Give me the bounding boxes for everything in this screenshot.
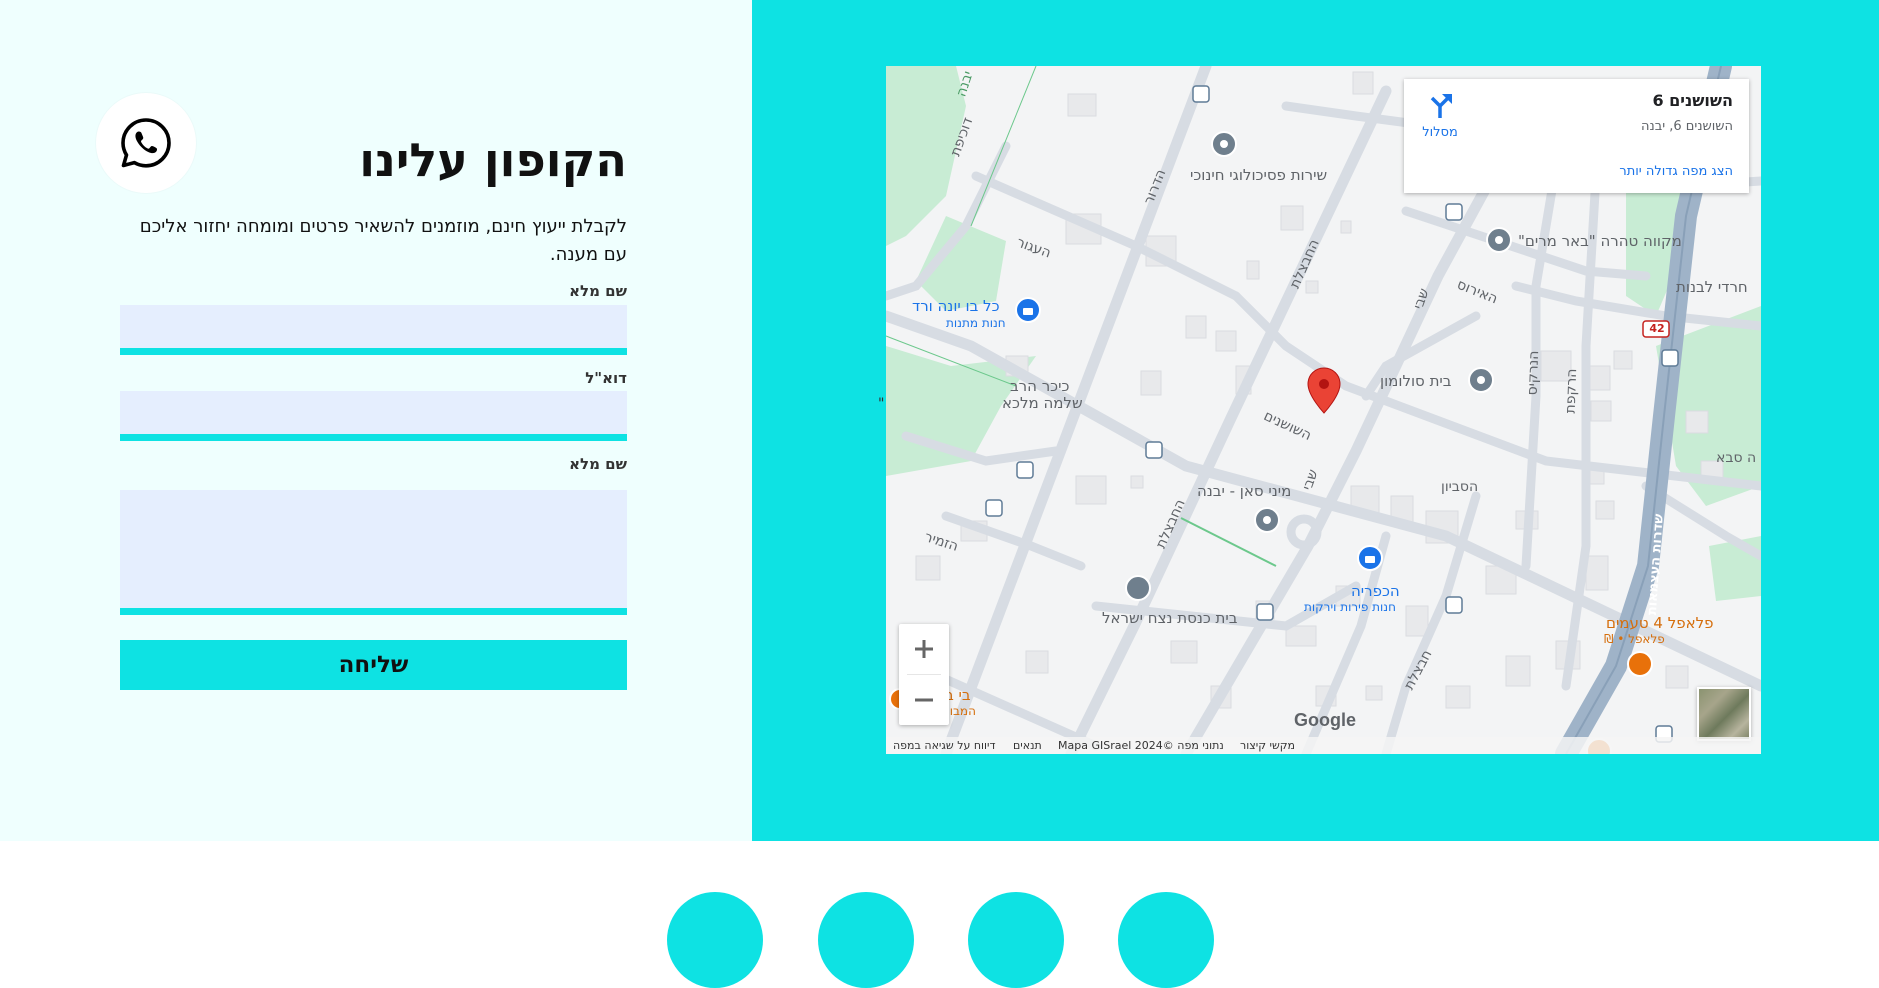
message-textarea[interactable] (120, 490, 627, 615)
view-larger-map-link[interactable]: הצג מפה גדולה יותר (1619, 164, 1733, 179)
place-name: השושנים 6 (1652, 91, 1733, 110)
report-error-link[interactable]: דיווח על שגיאה במפה (893, 739, 996, 752)
place-address: השושנים 6, יבנה (1641, 119, 1733, 134)
poi-sublabel: חנות פירות וירקות (1304, 600, 1396, 614)
directions-button[interactable]: מסלול (1418, 91, 1462, 140)
page-footer (0, 841, 1879, 988)
directions-label: מסלול (1422, 125, 1458, 140)
poi-label: חרדי לבנות (1676, 278, 1748, 296)
poi-label: שלמה מלכא (1002, 394, 1083, 412)
directions-icon (1430, 94, 1452, 118)
street-label: הנרקיס (1524, 350, 1543, 396)
contact-panel: הקופון עלינו לקבלת ייעוץ חינם, מוזמנים ל… (0, 0, 752, 841)
poi-label: בית סולומון (1380, 372, 1452, 390)
social-icon-button[interactable] (667, 892, 763, 988)
street-label: ה סבא (1716, 450, 1757, 466)
poi-sublabel: פלאפל • ₪ (1604, 632, 1665, 646)
minus-icon (915, 698, 933, 702)
zoom-control (899, 624, 949, 725)
email-input[interactable] (120, 391, 627, 441)
poi-sublabel: חנות מתנות (946, 316, 1006, 330)
plus-icon (915, 640, 933, 658)
satellite-toggle[interactable] (1697, 687, 1751, 741)
poi-label: כל בו יונה ורד (912, 297, 1000, 315)
street-label: הסביון (1441, 479, 1479, 495)
social-icon-button[interactable] (968, 892, 1064, 988)
poi-label: מקווה טהרה "באר מרים" (1518, 232, 1682, 250)
full-name-label: שם מלא (569, 282, 627, 300)
map-footer: דיווח על שגיאה במפה תנאים נתוני מפה ©202… (886, 737, 1761, 754)
submit-button[interactable]: שליחה (120, 640, 627, 690)
poi-label: כיכר הרב (1010, 377, 1070, 395)
zoom-out-button[interactable] (899, 675, 949, 725)
social-icon-button[interactable] (1118, 892, 1214, 988)
poi-label: מיני סאן - יבנה (1197, 482, 1292, 500)
map-embed[interactable]: החבצלת הדרור העגור השושנים החבצלת האירוס… (886, 66, 1761, 754)
contact-title: הקופון עלינו (359, 133, 627, 187)
poi-label: פלאפל 4 טעמים (1606, 614, 1714, 632)
terms-link[interactable]: תנאים (1013, 739, 1042, 752)
contact-subtitle: לקבלת ייעוץ חינם, מוזמנים להשאיר פרטים ו… (139, 216, 627, 265)
keyboard-shortcuts-link[interactable]: מקשי קיצור (1240, 739, 1295, 752)
zoom-in-button[interactable] (899, 624, 949, 674)
google-logo: Google (1294, 710, 1356, 730)
place-info-card: השושנים 6 השושנים 6, יבנה הצג מפה גדולה … (1404, 79, 1749, 193)
map-data-credit: נתוני מפה ©2024 Mapa GISrael (1058, 739, 1224, 752)
social-icon-button[interactable] (818, 892, 914, 988)
poi-label: שירות פסיכולוגי חינוכי (1190, 166, 1328, 184)
stray-quote-mark: " (878, 396, 885, 412)
poi-label: הכפריה (1351, 582, 1400, 600)
message-label: שם מלא (569, 455, 627, 473)
email-label: דוא"ל (585, 369, 627, 387)
street-label: הרקפת (1562, 368, 1581, 414)
full-name-input[interactable] (120, 305, 627, 355)
route-shield-label: 42 (1649, 322, 1665, 335)
poi-label: בית כנסת נצח ישראל (1102, 609, 1238, 627)
